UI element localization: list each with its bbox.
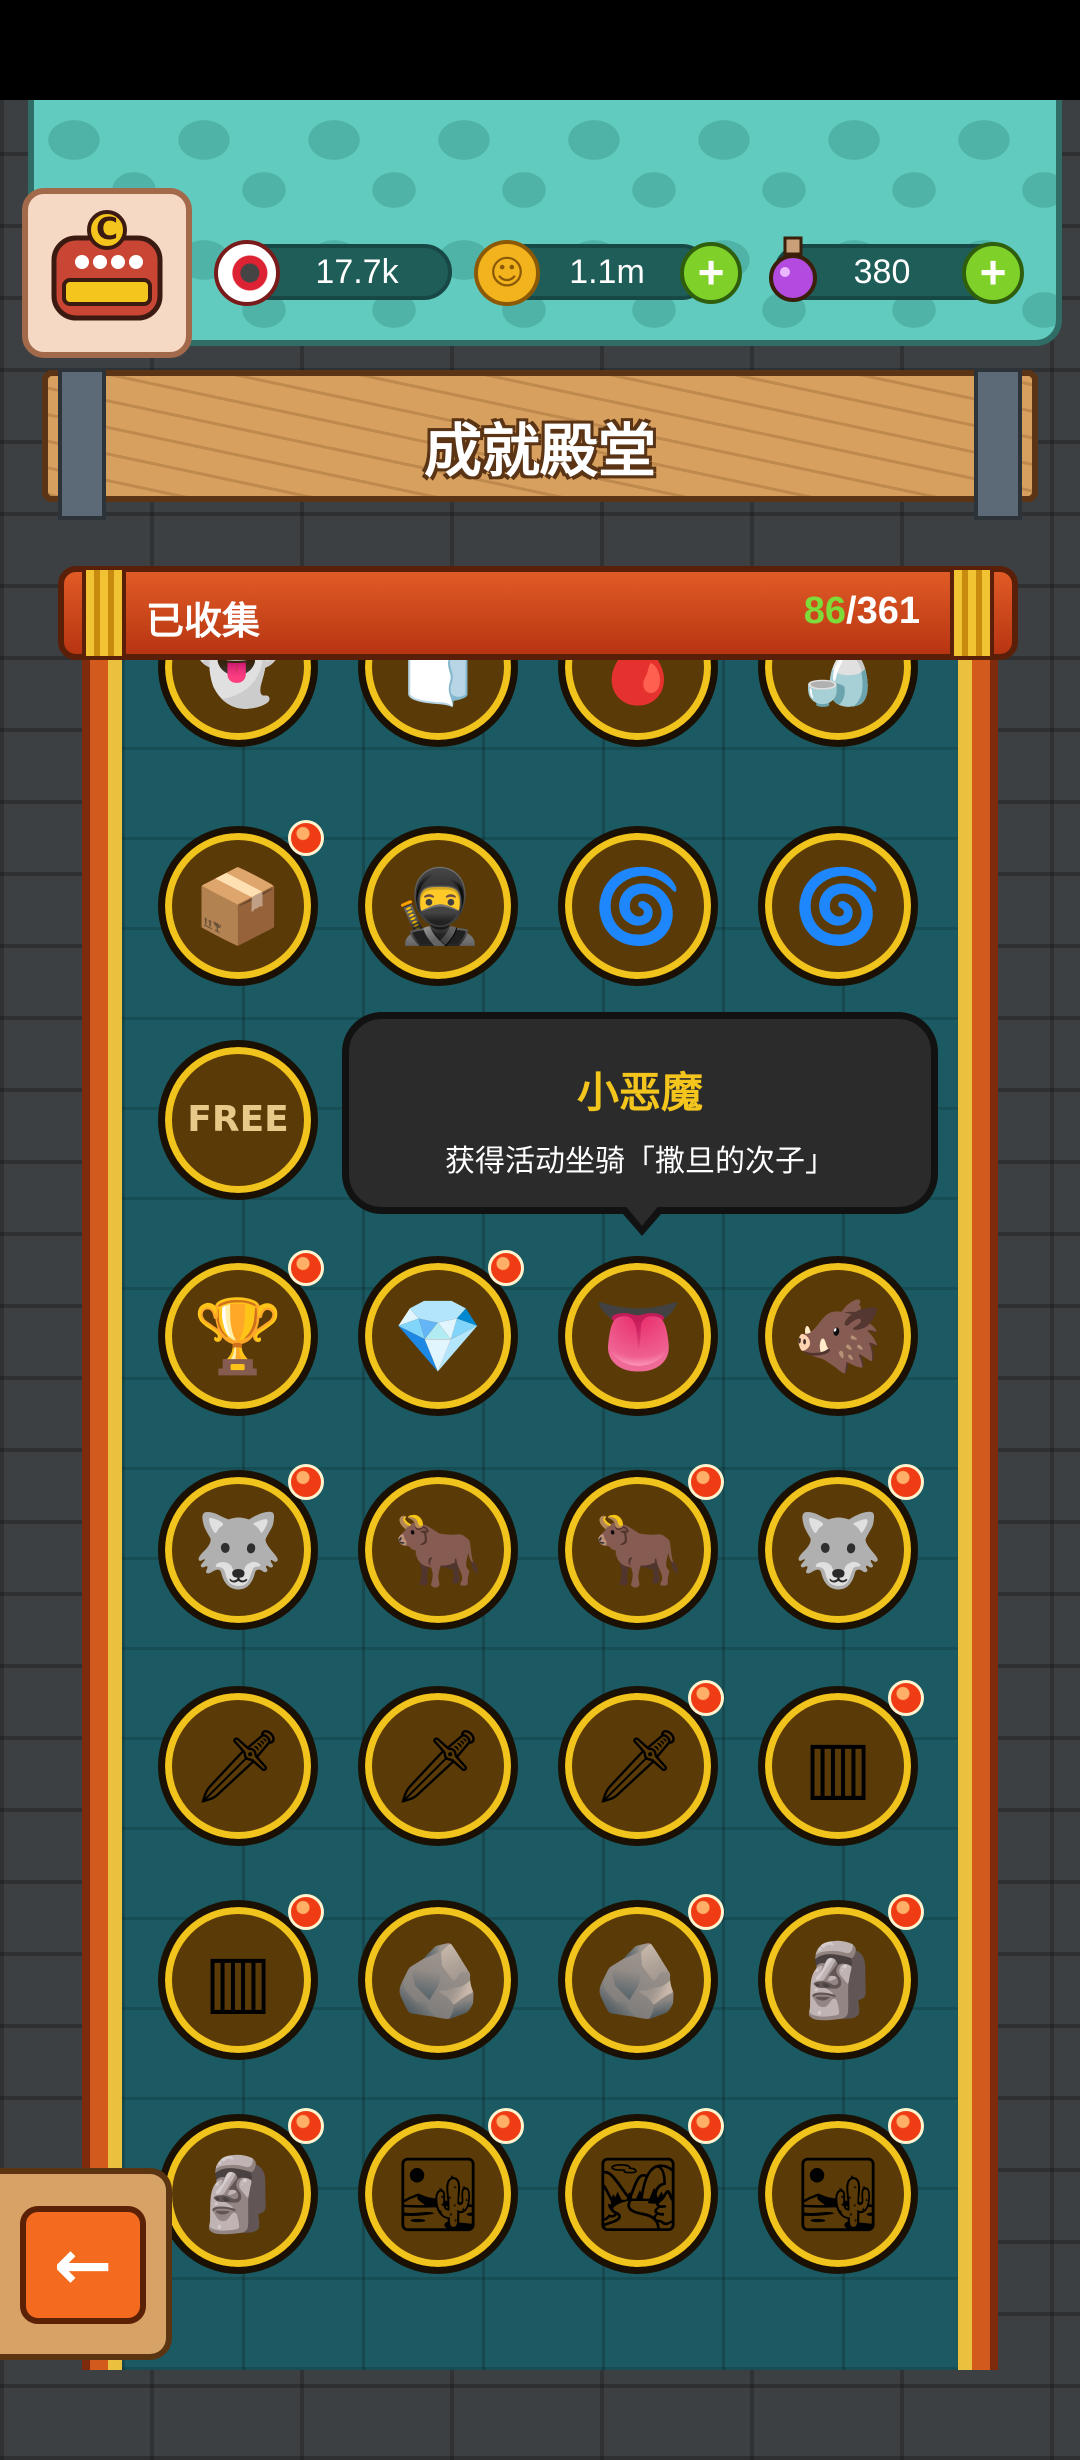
collected-label: 已收集 [146, 599, 261, 643]
bronze-landscape-icon: 🏜 [392, 2152, 484, 2236]
bronze-totem-icon: 🗿 [793, 1938, 883, 2022]
new-badge-icon [688, 1680, 724, 1716]
new-badge-icon [888, 1894, 924, 1930]
potion-icon [760, 236, 826, 302]
bar-cap-left [82, 566, 126, 660]
achievement-medal-bronze-horned[interactable]: 🐂 [358, 1470, 518, 1630]
collected-bar: 已收集 86/361 [58, 566, 1018, 660]
arrow-left-icon: ← [53, 2224, 113, 2306]
silver-oven-icon: 🌀 [793, 864, 883, 948]
achievement-medal-ninja[interactable]: 🥷 [358, 826, 518, 986]
eyeball-icon [214, 240, 280, 306]
gold-oven-icon: 🌀 [593, 864, 683, 948]
title-board: 成就殿堂 [42, 368, 1038, 520]
gold-landscape-icon: 🏜 [792, 2152, 884, 2236]
achievement-tooltip: 小恶魔 获得活动坐骑「撒旦的次子」 [342, 1012, 938, 1214]
status-bar [0, 0, 1080, 100]
new-badge-icon [288, 820, 324, 856]
gold-sword-icon: 🗡 [392, 1724, 484, 1808]
achievement-medal-bronze-boar[interactable]: 🐗 [758, 1256, 918, 1416]
gold-totem-icon: 🗿 [193, 2152, 283, 2236]
bronze-horned-icon: 🐂 [393, 1508, 483, 1592]
new-badge-icon [688, 1894, 724, 1930]
bronze-boar-icon: 🐗 [793, 1294, 883, 1378]
page-title: 成就殿堂 [423, 417, 656, 485]
collected-count: 86/361 [804, 590, 920, 633]
free-stand-icon: FREE [187, 1099, 289, 1140]
gold-pile-icon: 🪨 [593, 1938, 683, 2022]
bronze-pile-icon: 🪨 [393, 1938, 483, 2022]
bar-cap-right [950, 566, 994, 660]
new-badge-icon [488, 1250, 524, 1286]
add-potions-button[interactable]: + [962, 242, 1024, 304]
new-badge-icon [288, 1250, 324, 1286]
tooltip-description: 获得活动坐骑「撒旦的次子」 [445, 1144, 835, 1179]
coin-icon: ☺ [474, 240, 540, 306]
gold-beast-icon: 🐺 [193, 1508, 283, 1592]
new-badge-icon [688, 2108, 724, 2144]
gold-cage-icon: ▥ [203, 1938, 273, 2022]
new-badge-icon [688, 1464, 724, 1500]
silver-beast-icon: 🐺 [793, 1508, 883, 1592]
new-badge-icon [888, 1464, 924, 1500]
collected-total: /361 [846, 590, 920, 632]
new-badge-icon [488, 2108, 524, 2144]
gold-horned-icon: 🐂 [593, 1508, 683, 1592]
red-crystals-icon: 💎 [393, 1294, 483, 1378]
achievement-medal-gold-sword[interactable]: 🗡 [358, 1686, 518, 1846]
achievement-medal-silver-oven[interactable]: 🌀 [758, 826, 918, 986]
collected-number: 86 [803, 590, 847, 632]
new-badge-icon [888, 2108, 924, 2144]
tooltip-arrow-fill [624, 1204, 660, 1226]
back-button[interactable]: ← [20, 2206, 146, 2324]
bronze-cage-icon: ▥ [803, 1724, 873, 1808]
silver-trophy-icon: 🏆 [193, 1294, 283, 1378]
silver-sword-icon: 🗡 [592, 1724, 684, 1808]
new-badge-icon [288, 1894, 324, 1930]
new-badge-icon [288, 2108, 324, 2144]
blood-crate-icon: 📦 [193, 864, 283, 948]
achievement-medal-bronze-sword[interactable]: 🗡 [158, 1686, 318, 1846]
achievement-medal-free-stand[interactable]: FREE [158, 1040, 318, 1200]
achievement-medal-little-demon[interactable]: 👅 [558, 1256, 718, 1416]
bronze-sword-icon: 🗡 [192, 1724, 284, 1808]
ninja-icon: 🥷 [393, 864, 483, 948]
add-coins-button[interactable]: + [680, 242, 742, 304]
achievement-medal-gold-oven[interactable]: 🌀 [558, 826, 718, 986]
tooltip-title: 小恶魔 [576, 1068, 703, 1117]
achievement-medal-bronze-pile[interactable]: 🪨 [358, 1900, 518, 2060]
player-avatar[interactable]: C [22, 188, 192, 358]
silver-landscape-icon: 🏞 [592, 2152, 684, 2236]
new-badge-icon [288, 1464, 324, 1500]
little-demon-icon: 👅 [593, 1294, 683, 1378]
avatar-letter: C [95, 212, 119, 247]
new-badge-icon [888, 1680, 924, 1716]
